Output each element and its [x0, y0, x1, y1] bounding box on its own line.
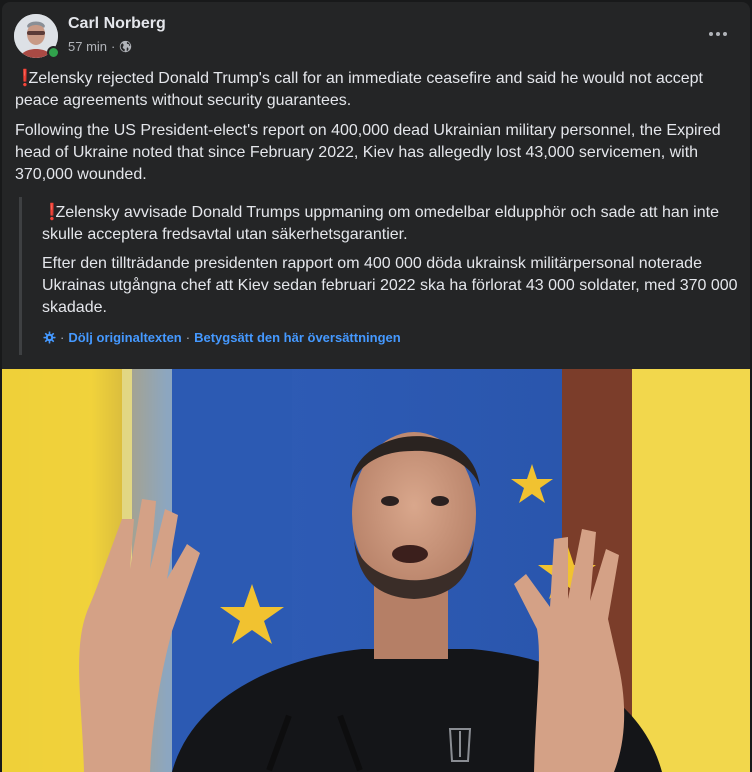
- more-options-button[interactable]: [704, 20, 732, 48]
- separator: ·: [60, 330, 65, 345]
- separator: ·: [185, 330, 191, 345]
- post-meta: 57 min ·: [68, 39, 132, 54]
- globe-icon[interactable]: [119, 40, 132, 53]
- original-paragraph-1: ❗ Zelensky avvisade Donald Trumps uppman…: [42, 202, 742, 246]
- post-timestamp[interactable]: 57 min: [68, 39, 107, 54]
- gear-icon[interactable]: [43, 331, 56, 344]
- hide-original-text-link[interactable]: Dölj originaltexten: [68, 330, 181, 345]
- original-text-block: ❗ Zelensky avvisade Donald Trumps uppman…: [19, 197, 740, 355]
- exclamation-icon: ❗: [42, 204, 62, 221]
- post-card: Carl Norberg 57 min · ❗ Zelensky rejecte…: [2, 2, 750, 772]
- original-paragraph-2: Efter den tillträdande presidenten rappo…: [42, 255, 738, 316]
- post-paragraph-1-text: Zelensky rejected Donald Trump's call fo…: [15, 70, 703, 109]
- more-dot: [716, 32, 720, 36]
- original-paragraph-1-text: Zelensky avvisade Donald Trumps uppmanin…: [42, 204, 719, 243]
- post-header: Carl Norberg 57 min ·: [2, 2, 750, 66]
- author-name[interactable]: Carl Norberg: [68, 15, 166, 33]
- rate-translation-link[interactable]: Betygsätt den här översättningen: [194, 330, 401, 345]
- post-paragraph-1: ❗ Zelensky rejected Donald Trump's call …: [15, 68, 740, 112]
- photo-image: [2, 369, 750, 772]
- meta-separator: ·: [111, 39, 116, 54]
- post-paragraph-2: Following the US President-elect's repor…: [15, 122, 721, 183]
- more-dot: [723, 32, 727, 36]
- translation-controls: · Dölj originaltexten · Betygsätt den hä…: [43, 330, 401, 345]
- more-dot: [709, 32, 713, 36]
- post-text: ❗ Zelensky rejected Donald Trump's call …: [15, 68, 740, 194]
- exclamation-icon: ❗: [15, 70, 35, 87]
- online-status-dot: [47, 46, 60, 59]
- post-photo[interactable]: [2, 369, 750, 772]
